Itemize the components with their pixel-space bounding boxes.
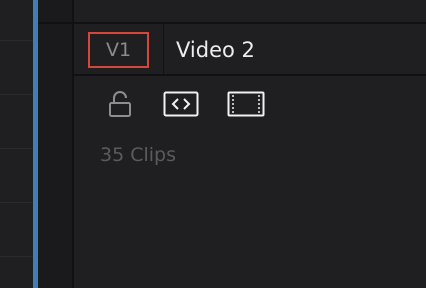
strip-divider [0, 256, 33, 257]
strip-divider [0, 202, 33, 203]
film-strip-icon[interactable] [227, 91, 265, 117]
strip-divider [0, 40, 33, 41]
track-name-label[interactable]: Video 2 [176, 36, 255, 64]
clip-count-label: 35 Clips [100, 144, 176, 166]
track-gutter [38, 0, 72, 288]
lock-icon[interactable] [107, 90, 133, 118]
strip-divider [0, 94, 33, 95]
track-header-title-border [74, 74, 426, 76]
timeline-track-header-area: V1 Video 2 35 Clips [0, 0, 426, 288]
track-destination-badge[interactable]: V1 [88, 32, 149, 68]
auto-select-icon[interactable] [163, 91, 199, 117]
strip-divider [0, 148, 33, 149]
track-header-top-border [38, 22, 426, 24]
timeline-left-strip [0, 0, 33, 288]
track-name-separator [163, 24, 164, 75]
